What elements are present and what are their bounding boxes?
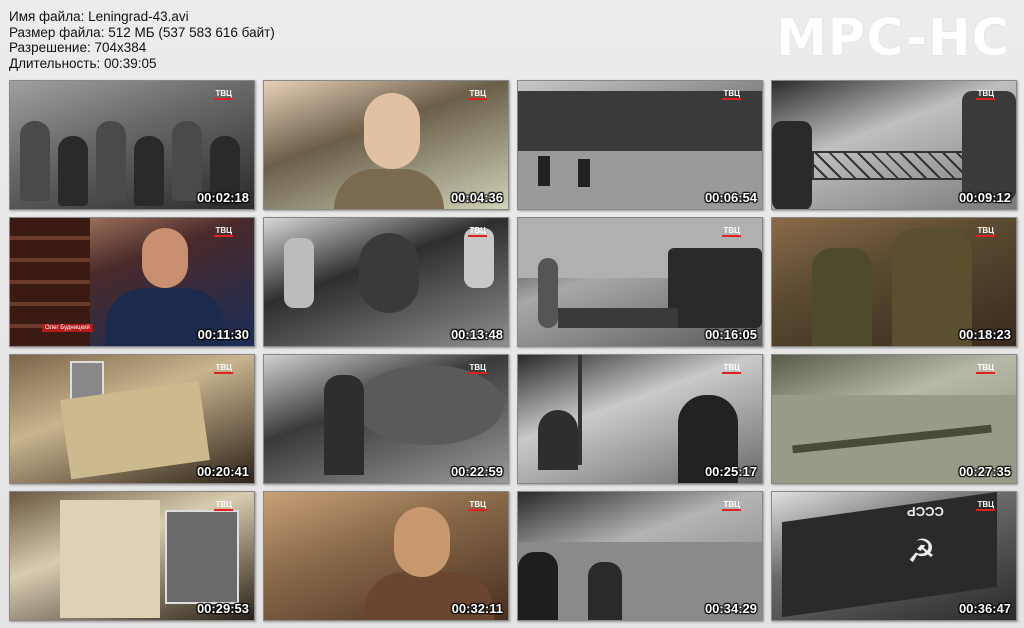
video-thumbnail[interactable]: ТВЦ 00:34:29: [517, 491, 763, 621]
rifle: [578, 355, 582, 465]
person-head: [394, 507, 450, 577]
thumbnail-timestamp: 00:06:54: [704, 190, 757, 205]
thumbnail-timestamp: 00:16:05: [704, 327, 757, 342]
tank: [668, 248, 762, 328]
tv-channel-logo: ТВЦ: [722, 363, 741, 374]
soldier-figure: [58, 136, 88, 206]
video-thumbnail[interactable]: ТВЦ 00:02:18: [9, 80, 255, 210]
officer: [812, 248, 872, 346]
video-thumbnail[interactable]: ТВЦ 00:13:48: [263, 217, 509, 347]
thumbnail-timestamp: 00:18:23: [958, 327, 1011, 342]
person-body: [334, 169, 444, 209]
video-thumbnail[interactable]: ТВЦ 00:32:11: [263, 491, 509, 621]
video-thumbnail[interactable]: ТВЦ 00:20:41: [9, 354, 255, 484]
thumbnail-timestamp: 00:09:12: [958, 190, 1011, 205]
tv-channel-logo: ТВЦ: [214, 226, 233, 237]
video-thumbnail[interactable]: ТВЦ 00:22:59: [263, 354, 509, 484]
tv-channel-logo: ТВЦ: [976, 226, 995, 237]
thumbnail-timestamp: 00:22:59: [450, 464, 503, 479]
file-size: Размер файла: 512 МБ (537 583 616 байт): [9, 24, 275, 40]
tv-channel-logo: ТВЦ: [722, 89, 741, 100]
helmet-soldier: [538, 410, 578, 470]
soldier-figure: [134, 136, 164, 206]
tv-channel-logo: ТВЦ: [976, 363, 995, 374]
person-head: [142, 228, 188, 288]
thumbnail-timestamp: 00:29:53: [196, 601, 249, 616]
smoke: [538, 258, 558, 328]
thumbnail-timestamp: 00:13:48: [450, 327, 503, 342]
soldier-figure: [96, 121, 126, 201]
thumbnail-timestamp: 00:11:30: [197, 327, 249, 342]
person-head: [364, 93, 420, 169]
tv-channel-logo: ТВЦ: [468, 363, 487, 374]
thumbnail-timestamp: 00:27:35: [958, 464, 1011, 479]
soldier: [772, 121, 812, 209]
player-brand-logo: MPC-HC: [775, 9, 1010, 68]
video-thumbnail[interactable]: ТВЦ 00:09:12: [771, 80, 1017, 210]
video-thumbnail[interactable]: ТВЦ 00:25:17: [517, 354, 763, 484]
person-head: [359, 233, 419, 313]
file-info-panel: Имя файла: Leningrad-43.avi Размер файла…: [9, 9, 275, 71]
bridge-truss: [812, 151, 976, 180]
forest: [518, 91, 762, 151]
soldier-figure: [20, 121, 50, 201]
video-thumbnail[interactable]: ТВЦ 00:04:36: [263, 80, 509, 210]
book-page: [60, 500, 160, 618]
smoke-cloud: [354, 365, 504, 445]
tv-channel-logo: ТВЦ: [976, 500, 995, 511]
thumbnail-timestamp: 00:36:47: [958, 601, 1011, 616]
soldier: [324, 375, 364, 475]
flag-label: СССР: [907, 504, 944, 519]
raised-hand: [284, 238, 314, 308]
file-name: Имя файла: Leningrad-43.avi: [9, 9, 189, 24]
thumbnail-timestamp: 00:20:41: [196, 464, 249, 479]
train: [558, 308, 678, 328]
thumbnail-timestamp: 00:34:29: [704, 601, 757, 616]
thumbnail-timestamp: 00:25:17: [704, 464, 757, 479]
thumbnail-timestamp: 00:02:18: [196, 190, 249, 205]
flag: [782, 492, 997, 618]
tv-channel-logo: ТВЦ: [468, 226, 487, 237]
photo-collage: [165, 510, 239, 604]
tv-channel-logo: ТВЦ: [214, 500, 233, 511]
tv-channel-logo: ТВЦ: [976, 89, 995, 100]
tv-channel-logo: ТВЦ: [468, 89, 487, 100]
video-thumbnail[interactable]: ТВЦ 00:29:53: [9, 491, 255, 621]
video-duration: Длительность: 00:39:05: [9, 55, 157, 71]
soldier: [588, 562, 622, 620]
hammer-sickle-icon: ☭: [907, 532, 936, 570]
video-resolution: Разрешение: 704x384: [9, 40, 147, 56]
tv-channel-logo: ТВЦ: [214, 363, 233, 374]
video-thumbnail[interactable]: Олег Будницкий ТВЦ 00:11:30: [9, 217, 255, 347]
video-thumbnail[interactable]: ☭ СССР ТВЦ 00:36:47: [771, 491, 1017, 621]
video-thumbnail[interactable]: ТВЦ 00:16:05: [517, 217, 763, 347]
soldier: [538, 156, 550, 186]
thumbnail-timestamp: 00:04:36: [450, 190, 503, 205]
video-thumbnail[interactable]: ТВЦ 00:18:23: [771, 217, 1017, 347]
soldier: [962, 91, 1016, 201]
tv-channel-logo: ТВЦ: [468, 500, 487, 511]
soldier: [578, 159, 590, 187]
video-thumbnail[interactable]: ТВЦ 00:06:54: [517, 80, 763, 210]
tv-channel-logo: ТВЦ: [214, 89, 233, 100]
tv-channel-logo: ТВЦ: [722, 226, 741, 237]
soldier-figure: [172, 121, 202, 201]
tv-channel-logo: ТВЦ: [722, 500, 741, 511]
guest-name-caption: Олег Будницкий: [42, 324, 93, 332]
video-thumbnail[interactable]: ТВЦ 00:27:35: [771, 354, 1017, 484]
thumbnail-timestamp: 00:32:11: [451, 601, 503, 616]
raised-hand: [464, 228, 494, 288]
soldier: [518, 552, 558, 620]
